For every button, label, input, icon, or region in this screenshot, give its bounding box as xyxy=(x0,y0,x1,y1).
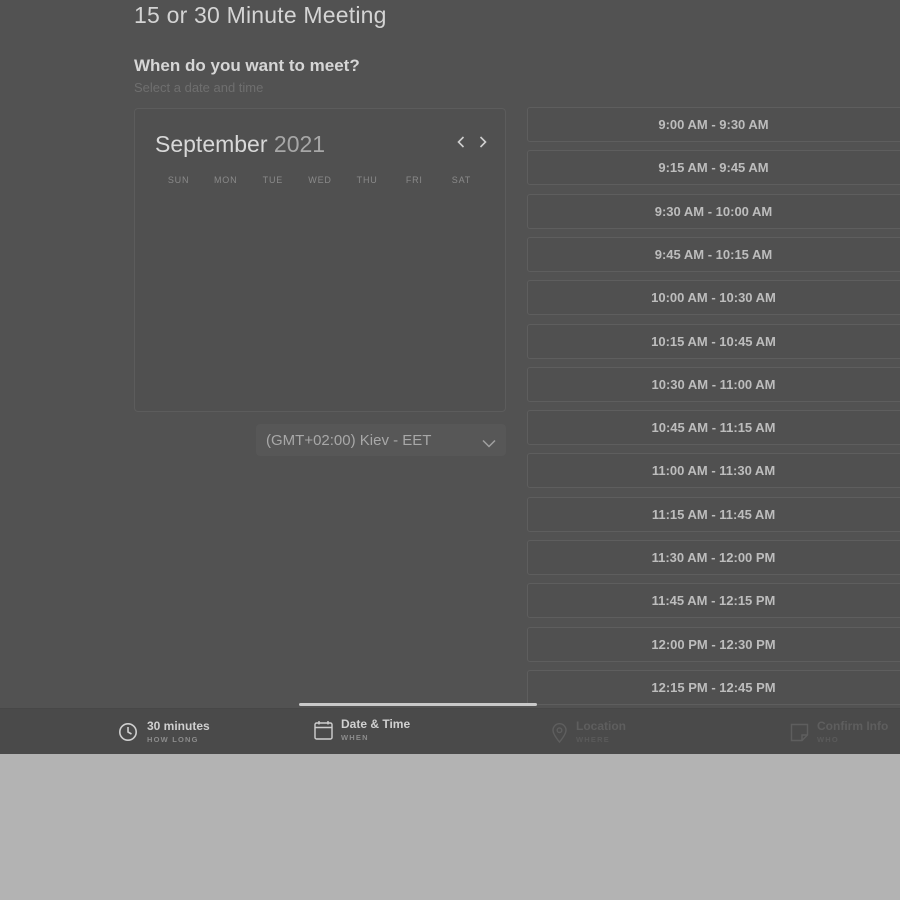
step-confirm-info[interactable]: Confirm Info WHO xyxy=(790,709,900,754)
calendar-icon xyxy=(314,720,333,745)
weekday-label: TUE xyxy=(262,175,284,185)
scheduler-app: 15 or 30 Minute Meeting When do you want… xyxy=(0,0,900,754)
step-confirm-info-sublabel: WHO xyxy=(817,735,839,744)
clock-icon xyxy=(118,722,138,747)
step-location-sublabel: WHERE xyxy=(576,735,610,744)
step-duration-sublabel: HOW LONG xyxy=(147,735,199,744)
time-slot-button[interactable]: 11:30 AM - 12:00 PM xyxy=(527,540,900,575)
weekday-label: THU xyxy=(356,175,378,185)
chevron-left-icon xyxy=(457,136,465,148)
chevron-down-icon xyxy=(482,435,496,452)
prev-month-button[interactable] xyxy=(453,133,469,151)
calendar-year: 2021 xyxy=(273,131,326,157)
section-subtitle: Select a date and time xyxy=(134,80,264,95)
section-title: When do you want to meet? xyxy=(134,56,360,75)
weekday-label: MON xyxy=(214,175,238,185)
weekday-label: SAT xyxy=(451,175,472,185)
note-icon xyxy=(790,723,809,747)
weekday-label: FRI xyxy=(405,175,423,185)
time-slot-button[interactable]: 10:15 AM - 10:45 AM xyxy=(527,323,900,359)
weekday-header: SUN MON TUE WED THU FRI SAT xyxy=(155,175,485,185)
step-confirm-info-label: Confirm Info xyxy=(817,719,889,733)
location-pin-icon xyxy=(551,722,568,748)
time-slot-button[interactable]: 12:00 PM - 12:30 PM xyxy=(527,626,900,662)
weekday-label: SUN xyxy=(167,175,190,185)
step-progress-bar: 30 minutes HOW LONG Date & Time WHEN Loc… xyxy=(0,708,900,754)
step-location[interactable]: Location WHERE xyxy=(551,709,701,754)
time-slot-button[interactable]: 10:00 AM - 10:30 AM xyxy=(527,280,900,316)
time-slot-button[interactable]: 12:15 PM - 12:45 PM xyxy=(527,669,900,705)
time-slot-button[interactable]: 11:15 AM - 11:45 AM xyxy=(527,496,900,532)
time-slot-button[interactable]: 9:45 AM - 10:15 AM xyxy=(527,236,900,272)
active-step-indicator xyxy=(299,703,537,706)
time-slot-button[interactable]: 10:45 AM - 11:15 AM xyxy=(527,410,900,446)
step-date-time-sublabel: WHEN xyxy=(341,733,369,742)
step-duration-label: 30 minutes xyxy=(147,719,210,733)
timezone-value: (GMT+02:00) Kiev - EET xyxy=(266,431,432,449)
step-date-time[interactable]: Date & Time WHEN xyxy=(314,709,464,754)
page-title: 15 or 30 Minute Meeting xyxy=(134,2,387,28)
next-month-button[interactable] xyxy=(475,133,491,151)
chevron-right-icon xyxy=(479,136,487,148)
step-location-label: Location xyxy=(576,719,626,733)
calendar: September 2021 SUN MON TUE WED THU FRI SAT xyxy=(134,108,506,412)
step-duration[interactable]: 30 minutes HOW LONG xyxy=(118,709,268,754)
weekday-label: WED xyxy=(308,175,332,185)
time-slot-button[interactable]: 9:00 AM - 9:30 AM xyxy=(527,107,900,142)
time-slot-button[interactable]: 10:30 AM - 11:00 AM xyxy=(527,366,900,402)
time-slot-button[interactable]: 11:45 AM - 12:15 PM xyxy=(527,583,900,619)
time-slot-button[interactable]: 9:30 AM - 10:00 AM xyxy=(527,193,900,229)
time-slot-button[interactable]: 11:00 AM - 11:30 AM xyxy=(527,453,900,489)
timezone-select[interactable]: (GMT+02:00) Kiev - EET xyxy=(256,424,506,456)
step-date-time-label: Date & Time xyxy=(341,717,411,731)
calendar-heading: September 2021 xyxy=(155,131,325,158)
calendar-month: September xyxy=(155,131,268,157)
time-slot-button[interactable]: 9:15 AM - 9:45 AM xyxy=(527,150,900,186)
